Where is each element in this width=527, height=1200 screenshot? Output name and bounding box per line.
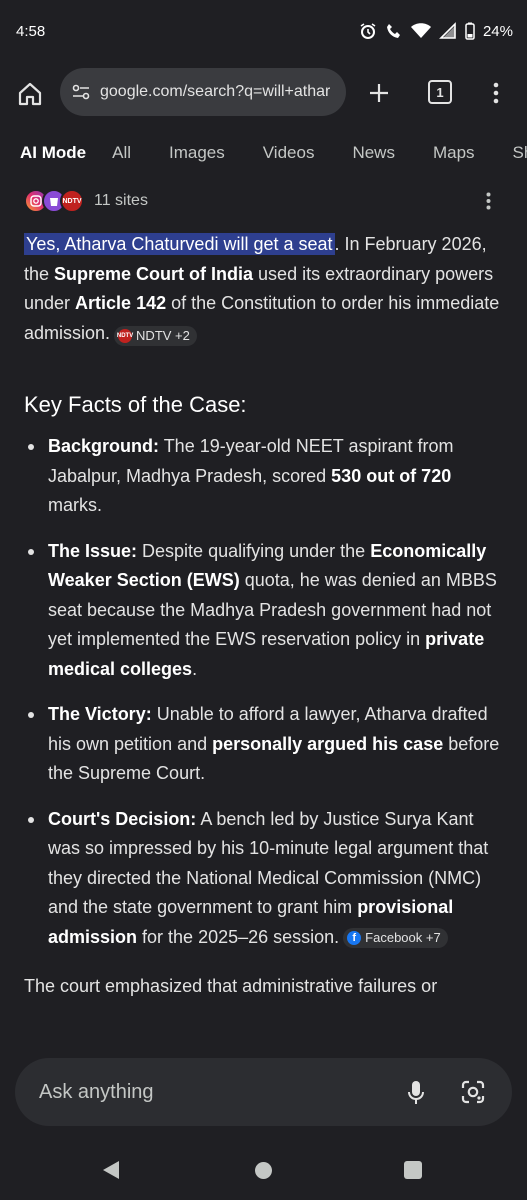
- source-chip-ndtv[interactable]: NDTV NDTV +2: [114, 325, 197, 346]
- sources-row[interactable]: NDTV 11 sites: [24, 186, 148, 216]
- google-lens-button[interactable]: [459, 1078, 487, 1106]
- status-time: 4:58: [16, 22, 46, 40]
- site-settings-icon[interactable]: [70, 81, 92, 103]
- wifi-calling-icon: [386, 24, 400, 38]
- signal-icon: [439, 22, 456, 39]
- bold-text: Supreme Court of India: [54, 263, 254, 284]
- tab-news[interactable]: News: [352, 143, 395, 163]
- source-chip-facebook[interactable]: f Facebook +7: [343, 927, 448, 948]
- lens-icon: [461, 1080, 485, 1104]
- ndtv-logo: NDTV: [60, 189, 84, 213]
- browser-toolbar: google.com/search?q=will+athar 1: [0, 62, 527, 124]
- list-item: The Issue: Despite qualifying under the …: [24, 537, 504, 685]
- item-label: The Victory:: [48, 704, 152, 724]
- tab-maps[interactable]: Maps: [433, 143, 475, 163]
- answer-intro: Yes, Atharva Chaturvedi will get a seat.…: [24, 230, 504, 348]
- list-item: Court's Decision: A bench led by Justice…: [24, 805, 504, 953]
- chip-label: NDTV +2: [136, 327, 190, 343]
- search-mode-tabs: AI Mode All Images Videos News Maps Shop…: [0, 128, 527, 178]
- trailing-paragraph: The court emphasized that administrative…: [24, 976, 438, 996]
- tab-switcher-button[interactable]: 1: [428, 80, 452, 104]
- item-label: The Issue:: [48, 540, 138, 561]
- back-icon[interactable]: [102, 1160, 120, 1180]
- facebook-icon: f: [347, 930, 362, 945]
- list-item: Background: The 19-year-old NEET aspiran…: [24, 432, 504, 521]
- item-label: Background:: [48, 436, 160, 456]
- key-facts-list: Background: The 19-year-old NEET aspiran…: [24, 432, 504, 952]
- bold-text: personally argued his case: [212, 733, 444, 754]
- wifi-icon: [410, 23, 431, 38]
- tab-all[interactable]: All: [112, 143, 131, 163]
- home-button[interactable]: [14, 78, 46, 110]
- voice-search-button[interactable]: [403, 1078, 429, 1108]
- address-bar[interactable]: google.com/search?q=will+athar: [60, 68, 346, 116]
- more-vert-icon: [493, 82, 499, 104]
- system-nav-bar: [0, 1140, 527, 1200]
- ndtv-logo: NDTV: [117, 328, 133, 343]
- home-icon: [18, 82, 42, 106]
- ask-input[interactable]: [39, 1080, 379, 1104]
- tab-shopping[interactable]: Shoppin: [513, 143, 527, 163]
- browser-menu-button[interactable]: [486, 78, 506, 108]
- answer-options-button[interactable]: [478, 190, 498, 212]
- sources-count: 11 sites: [94, 192, 148, 209]
- chip-label: Facebook +7: [365, 929, 441, 945]
- nav-home-button[interactable]: [255, 1162, 272, 1179]
- list-item: The Victory: Unable to afford a lawyer, …: [24, 700, 504, 789]
- status-icons: 24%: [359, 22, 513, 40]
- battery-percent: 24%: [482, 22, 513, 40]
- text: for the 2025–26 session.: [137, 926, 340, 947]
- status-bar: 4:58 24%: [0, 0, 527, 62]
- battery-icon: [465, 22, 475, 40]
- answer-highlight: Yes, Atharva Chaturvedi will get a seat: [24, 233, 335, 255]
- key-facts-heading: Key Facts of the Case:: [24, 392, 247, 417]
- tab-videos[interactable]: Videos: [263, 143, 315, 163]
- mic-icon: [408, 1081, 424, 1104]
- more-vert-icon: [486, 192, 490, 210]
- bold-text: Article 142: [75, 293, 167, 313]
- text: .: [192, 658, 198, 679]
- tab-images[interactable]: Images: [169, 143, 225, 163]
- ai-answer: Yes, Atharva Chaturvedi will get a seat.…: [24, 230, 504, 1002]
- plus-icon: [370, 84, 388, 102]
- bold-text: 530 out of 720: [331, 465, 452, 486]
- ask-box[interactable]: [15, 1058, 512, 1126]
- new-tab-button[interactable]: [364, 78, 394, 108]
- tab-ai-mode[interactable]: AI Mode: [20, 143, 86, 163]
- text: marks.: [48, 495, 102, 515]
- item-label: Court's Decision:: [48, 808, 197, 829]
- alarm-icon: [360, 23, 376, 39]
- url-text: google.com/search?q=will+athar: [100, 83, 331, 100]
- recents-button[interactable]: [404, 1161, 422, 1179]
- text: Despite qualifying under the: [137, 540, 371, 561]
